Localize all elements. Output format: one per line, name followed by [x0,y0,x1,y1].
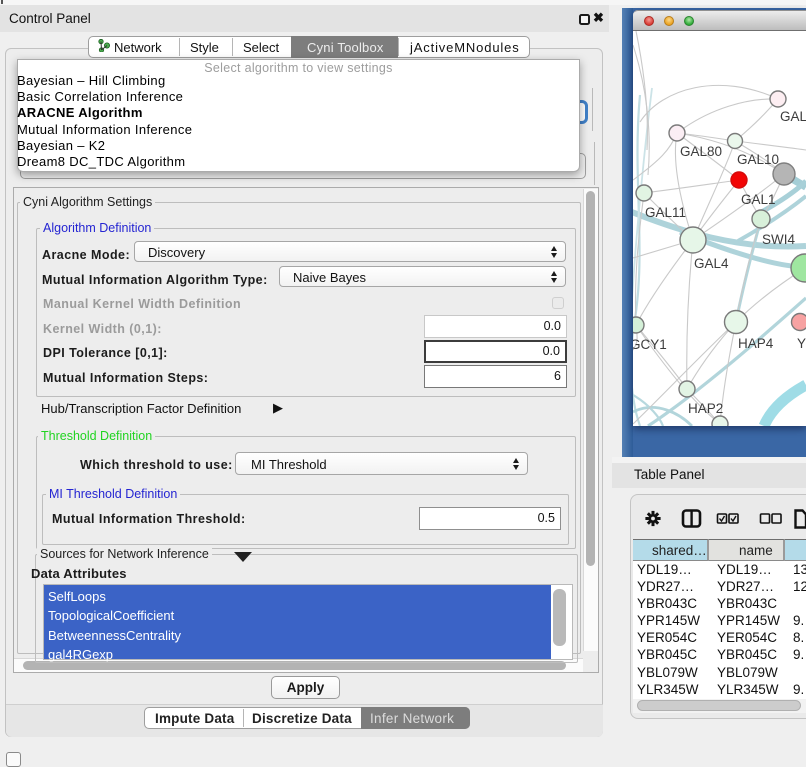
svg-text:GAL1: GAL1 [741,192,776,207]
svg-text:GAL: GAL [780,109,806,124]
svg-text:Y: Y [797,336,806,351]
svg-text:GAL4: GAL4 [694,256,729,271]
svg-text:SWI4: SWI4 [762,232,795,247]
svg-text:HAP2: HAP2 [688,401,723,416]
svg-text:HAP4: HAP4 [738,336,774,351]
svg-text:GCY1: GCY1 [633,337,667,352]
svg-text:GAL80: GAL80 [680,144,722,159]
svg-text:GAL10: GAL10 [737,152,779,167]
svg-text:GAL11: GAL11 [645,205,686,220]
